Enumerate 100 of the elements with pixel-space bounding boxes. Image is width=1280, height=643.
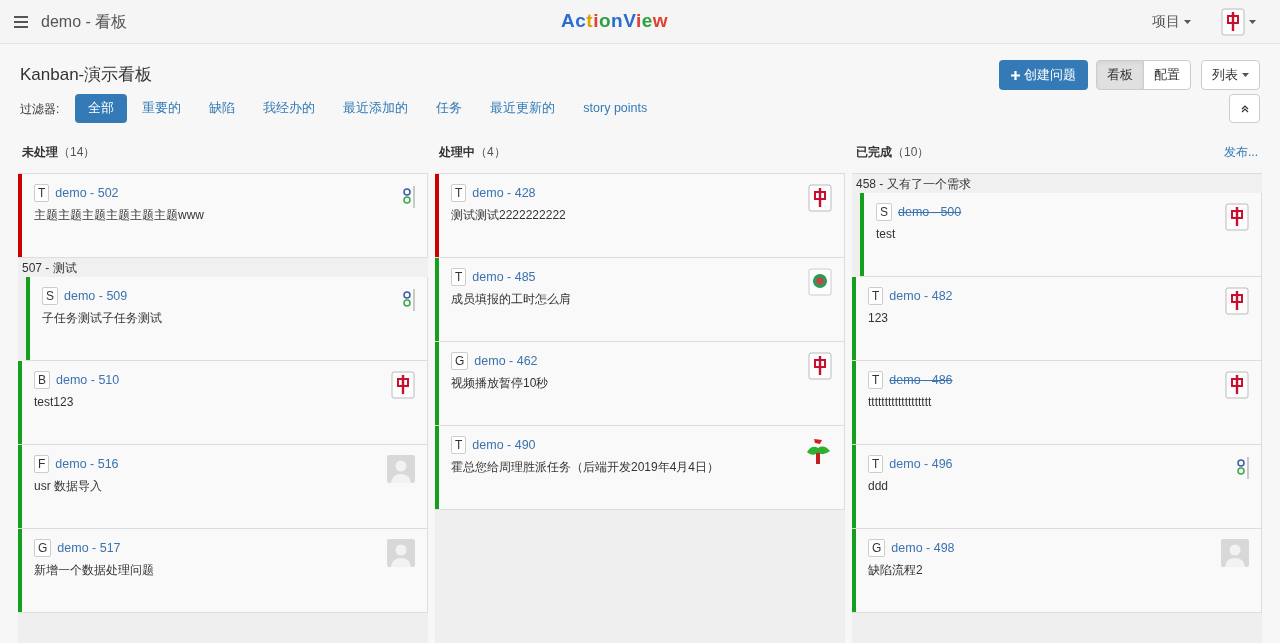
filter-tab[interactable]: 缺陷 bbox=[196, 94, 249, 123]
issue-card[interactable]: T demo - 496 ddd bbox=[852, 445, 1262, 529]
issue-type-badge: F bbox=[34, 455, 50, 474]
tile-avatar-icon bbox=[391, 371, 415, 399]
issue-card[interactable]: T demo - 482 123 bbox=[852, 277, 1262, 361]
column-count: （4） bbox=[475, 144, 506, 161]
app-logo[interactable]: ActionView bbox=[561, 7, 669, 36]
column-title: 已完成 bbox=[856, 144, 892, 161]
issue-key-link[interactable]: demo - 485 bbox=[472, 268, 536, 287]
user-avatar-icon bbox=[387, 455, 415, 483]
issue-key-link[interactable]: demo - 486 bbox=[889, 371, 953, 390]
caret-icon bbox=[1184, 19, 1191, 24]
status-dots-icon bbox=[1237, 455, 1249, 481]
issue-key-link[interactable]: demo - 510 bbox=[56, 371, 120, 390]
issue-summary: usr 数据导入 bbox=[34, 477, 103, 495]
issue-card[interactable]: S demo - 509 子任务测试子任务测试 bbox=[26, 277, 428, 361]
issue-type-badge: T bbox=[868, 287, 884, 306]
filter-tab[interactable]: 最近添加的 bbox=[330, 94, 422, 123]
issue-card[interactable]: B demo - 510 test123 bbox=[18, 361, 428, 445]
issue-summary: 霍总您给周理胜派任务（后端开发2019年4月4日） bbox=[451, 458, 720, 476]
issue-key-link[interactable]: demo - 498 bbox=[891, 539, 955, 558]
status-dots-icon bbox=[403, 184, 415, 210]
caret-icon bbox=[1242, 73, 1249, 77]
tile-avatar-icon bbox=[1221, 7, 1245, 36]
view-toggle[interactable]: 看板 bbox=[1096, 60, 1144, 90]
issue-key-link[interactable]: demo - 482 bbox=[889, 287, 953, 306]
filter-tab[interactable]: 任务 bbox=[423, 94, 476, 123]
user-menu[interactable] bbox=[1221, 7, 1256, 36]
issue-card[interactable]: G demo - 517 新增一个数据处理问题 bbox=[18, 529, 428, 613]
board-title: Kanban-演示看板 bbox=[20, 64, 153, 87]
filter-tab[interactable]: 重要的 bbox=[129, 94, 195, 123]
double-chevron-up-icon bbox=[1240, 104, 1249, 113]
issue-summary: test123 bbox=[34, 393, 75, 411]
tile-avatar-icon bbox=[808, 184, 832, 212]
issue-summary: ddd bbox=[868, 477, 890, 495]
caret-icon bbox=[1249, 19, 1256, 24]
issue-card[interactable]: T demo - 502 主题主题主题主题主题主题www bbox=[18, 174, 428, 258]
issue-card[interactable]: T demo - 486 ttttttttttttttttttt bbox=[852, 361, 1262, 445]
project-title: demo - 看板 bbox=[41, 11, 129, 32]
filter-label: 过滤器: bbox=[20, 100, 60, 118]
filter-tab[interactable]: story points bbox=[570, 94, 661, 123]
issue-type-badge: B bbox=[34, 371, 50, 390]
issue-key-link[interactable]: demo - 428 bbox=[472, 184, 536, 203]
filter-tab[interactable]: 最近更新的 bbox=[477, 94, 569, 123]
issue-summary: 成员填报的工时怎么肩 bbox=[451, 290, 571, 308]
issue-summary: 缺陷流程2 bbox=[868, 561, 924, 579]
issue-key-link[interactable]: demo - 500 bbox=[898, 203, 962, 222]
issue-key-link[interactable]: demo - 496 bbox=[889, 455, 953, 474]
issue-key-link[interactable]: demo - 516 bbox=[55, 455, 119, 474]
user-avatar-icon bbox=[1221, 539, 1249, 567]
issue-key-link[interactable]: demo - 502 bbox=[55, 184, 119, 203]
issue-summary: 123 bbox=[868, 309, 890, 327]
tile-avatar-icon bbox=[1225, 287, 1249, 315]
issue-card[interactable]: T demo - 490 霍总您给周理胜派任务（后端开发2019年4月4日） bbox=[435, 426, 845, 510]
plus-icon bbox=[1011, 70, 1020, 80]
column-title: 处理中 bbox=[439, 144, 475, 161]
tile-avatar-icon bbox=[1225, 371, 1249, 399]
tile-avatar-icon bbox=[808, 352, 832, 380]
issue-key-link[interactable]: demo - 517 bbox=[57, 539, 121, 558]
issue-type-badge: T bbox=[451, 268, 467, 287]
issue-type-badge: T bbox=[34, 184, 50, 203]
issue-summary: 主题主题主题主题主题主题www bbox=[34, 206, 204, 224]
filter-tab[interactable]: 全部 bbox=[75, 94, 128, 123]
issue-card[interactable]: T demo - 428 测试测试2222222222 bbox=[435, 174, 845, 258]
issue-type-badge: T bbox=[451, 184, 467, 203]
issue-type-badge: T bbox=[868, 455, 884, 474]
release-link[interactable]: 发布... bbox=[1224, 143, 1258, 161]
flower-tile-icon bbox=[808, 268, 832, 296]
user-avatar-icon bbox=[387, 539, 415, 567]
issue-type-badge: S bbox=[42, 287, 58, 306]
issue-type-badge: G bbox=[451, 352, 469, 371]
create-issue-button[interactable]: 创建问题 bbox=[999, 60, 1088, 90]
issue-type-badge: T bbox=[451, 436, 467, 455]
issue-type-badge: G bbox=[34, 539, 52, 558]
issue-card[interactable]: G demo - 462 视频播放暂停10秒 bbox=[435, 342, 845, 426]
issue-card[interactable]: F demo - 516 usr 数据导入 bbox=[18, 445, 428, 529]
issue-key-link[interactable]: demo - 462 bbox=[474, 352, 538, 371]
issue-key-link[interactable]: demo - 490 bbox=[472, 436, 536, 455]
issue-card[interactable]: G demo - 498 缺陷流程2 bbox=[852, 529, 1262, 613]
issue-card[interactable]: S demo - 500 test bbox=[860, 193, 1262, 277]
view-toggle[interactable]: 配置 bbox=[1143, 60, 1191, 90]
issue-type-badge: G bbox=[868, 539, 886, 558]
tile-avatar-icon bbox=[1225, 203, 1249, 231]
issue-summary: 子任务测试子任务测试 bbox=[42, 309, 162, 327]
issue-type-badge: T bbox=[868, 371, 884, 390]
issue-type-badge: S bbox=[876, 203, 892, 222]
status-dots-icon bbox=[403, 287, 415, 313]
projects-menu[interactable]: 项目 bbox=[1152, 11, 1191, 32]
filter-tab[interactable]: 我经办的 bbox=[250, 94, 329, 123]
menu-icon[interactable] bbox=[14, 15, 28, 28]
column-count: （10） bbox=[892, 144, 930, 161]
mascot-icon bbox=[804, 436, 832, 466]
issue-key-link[interactable]: demo - 509 bbox=[64, 287, 128, 306]
issue-summary: test bbox=[876, 225, 897, 243]
issue-summary: 新增一个数据处理问题 bbox=[34, 561, 154, 579]
list-dropdown[interactable]: 列表 bbox=[1201, 60, 1260, 90]
column-title: 未处理 bbox=[22, 144, 58, 161]
column-count: （14） bbox=[58, 144, 96, 161]
issue-card[interactable]: T demo - 485 成员填报的工时怎么肩 bbox=[435, 258, 845, 342]
issue-summary: ttttttttttttttttttt bbox=[868, 393, 933, 411]
